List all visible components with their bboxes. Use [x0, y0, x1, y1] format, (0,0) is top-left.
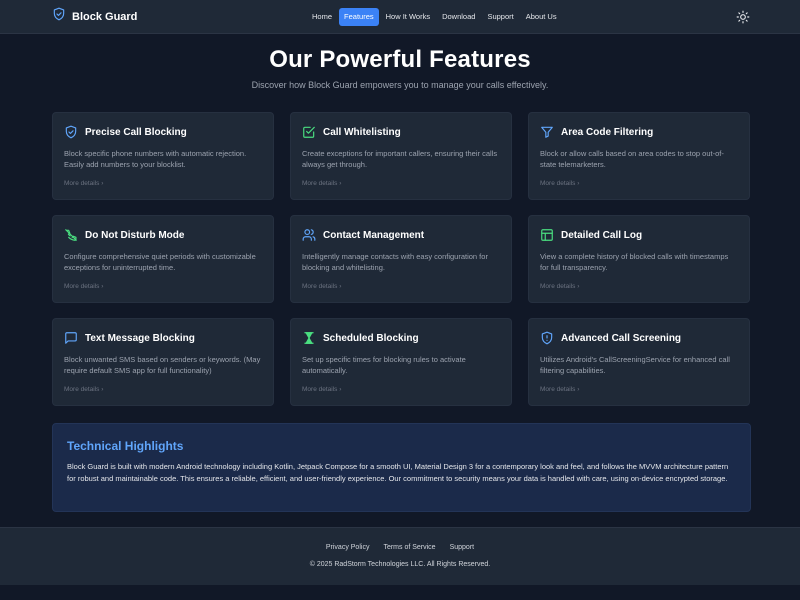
more-details-link[interactable]: More details › — [64, 283, 103, 290]
feature-card-do-not-disturb: Do Not Disturb Mode Configure comprehens… — [52, 215, 274, 303]
feature-description: Configure comprehensive quiet periods wi… — [64, 252, 256, 273]
feature-card-text-message-blocking: Text Message Blocking Block unwanted SMS… — [52, 318, 274, 406]
chevron-right-icon: › — [339, 386, 342, 393]
footer-link-terms[interactable]: Terms of Service — [383, 544, 435, 551]
chevron-right-icon: › — [577, 283, 580, 290]
feature-title: Text Message Blocking — [85, 332, 195, 344]
hero: Our Powerful Features Discover how Block… — [0, 34, 800, 90]
feature-description: Intelligently manage contacts with easy … — [302, 252, 488, 273]
technical-highlights-title: Technical Highlights — [67, 439, 184, 453]
more-details-link[interactable]: More details › — [64, 386, 103, 393]
feature-title: Detailed Call Log — [561, 229, 643, 241]
features-grid: Precise Call Blocking Block specific pho… — [52, 112, 751, 406]
brand-name: Block Guard — [72, 10, 138, 23]
nav-support[interactable]: Support — [482, 8, 518, 26]
feature-description: Block unwanted SMS based on senders or k… — [64, 355, 261, 376]
chevron-right-icon: › — [101, 386, 104, 393]
feature-title: Advanced Call Screening — [561, 332, 682, 344]
feature-title: Contact Management — [323, 229, 425, 241]
shield-logo-icon — [52, 7, 66, 26]
feature-title: Precise Call Blocking — [85, 126, 187, 138]
feature-description: Create exceptions for important callers,… — [302, 149, 498, 170]
top-navbar: Block Guard Home Features How It Works D… — [0, 0, 800, 34]
nav-home[interactable]: Home — [307, 8, 337, 26]
nav-features[interactable]: Features — [339, 8, 379, 27]
checkbox-icon — [302, 125, 316, 139]
shield-check-icon — [64, 125, 78, 139]
chevron-right-icon: › — [339, 180, 342, 187]
chevron-right-icon: › — [101, 180, 104, 187]
more-details-link[interactable]: More details › — [302, 180, 341, 187]
feature-title: Scheduled Blocking — [323, 332, 419, 344]
more-details-link[interactable]: More details › — [302, 386, 341, 393]
shield-alert-icon — [540, 331, 554, 345]
feature-card-scheduled-blocking: Scheduled Blocking Set up specific times… — [290, 318, 512, 406]
chevron-right-icon: › — [101, 283, 104, 290]
users-icon — [302, 228, 316, 242]
page-title: Our Powerful Features — [269, 46, 531, 73]
more-details-link[interactable]: More details › — [64, 180, 103, 187]
more-details-link[interactable]: More details › — [540, 180, 579, 187]
feature-card-contact-management: Contact Management Intelligently manage … — [290, 215, 512, 303]
footer: Privacy Policy Terms of Service Support … — [0, 527, 800, 585]
message-icon — [64, 331, 78, 345]
chevron-right-icon: › — [577, 386, 580, 393]
feature-card-advanced-call-screening: Advanced Call Screening Utilizes Android… — [528, 318, 750, 406]
nav-download[interactable]: Download — [437, 8, 480, 26]
hourglass-icon — [302, 331, 316, 345]
feature-title: Do Not Disturb Mode — [85, 229, 185, 241]
feature-title: Call Whitelisting — [323, 126, 401, 138]
footer-link-support[interactable]: Support — [450, 544, 475, 551]
feature-card-call-whitelisting: Call Whitelisting Create exceptions for … — [290, 112, 512, 200]
chevron-right-icon: › — [577, 180, 580, 187]
brand[interactable]: Block Guard — [52, 7, 137, 26]
filter-icon — [540, 125, 554, 139]
technical-highlights-body: Block Guard is built with modern Android… — [67, 462, 729, 483]
nav-how-it-works[interactable]: How It Works — [381, 8, 435, 26]
feature-description: Block specific phone numbers with automa… — [64, 149, 247, 170]
technical-highlights: Technical Highlights Block Guard is buil… — [52, 423, 751, 512]
phone-off-icon — [64, 228, 78, 242]
footer-link-privacy[interactable]: Privacy Policy — [326, 544, 370, 551]
feature-card-area-code-filtering: Area Code Filtering Block or allow calls… — [528, 112, 750, 200]
sun-icon[interactable] — [736, 10, 750, 24]
feature-description: View a complete history of blocked calls… — [540, 252, 729, 273]
feature-description: Utilizes Android's CallScreeningService … — [540, 355, 730, 376]
chevron-right-icon: › — [339, 283, 342, 290]
page-subtitle: Discover how Block Guard empowers you to… — [251, 80, 549, 90]
feature-card-precise-call-blocking: Precise Call Blocking Block specific pho… — [52, 112, 274, 200]
page-bottom — [0, 585, 800, 600]
footer-links: Privacy Policy Terms of Service Support — [0, 544, 800, 551]
table-icon — [540, 228, 554, 242]
more-details-link[interactable]: More details › — [302, 283, 341, 290]
feature-description: Block or allow calls based on area codes… — [540, 149, 724, 170]
more-details-link[interactable]: More details › — [540, 283, 579, 290]
feature-description: Set up specific times for blocking rules… — [302, 355, 466, 376]
feature-title: Area Code Filtering — [561, 126, 654, 138]
main-nav: Home Features How It Works Download Supp… — [307, 8, 564, 27]
more-details-link[interactable]: More details › — [540, 386, 579, 393]
copyright: © 2025 RadStorm Technologies LLC. All Ri… — [309, 561, 491, 568]
feature-card-detailed-call-log: Detailed Call Log View a complete histor… — [528, 215, 750, 303]
nav-about-us[interactable]: About Us — [521, 8, 562, 26]
